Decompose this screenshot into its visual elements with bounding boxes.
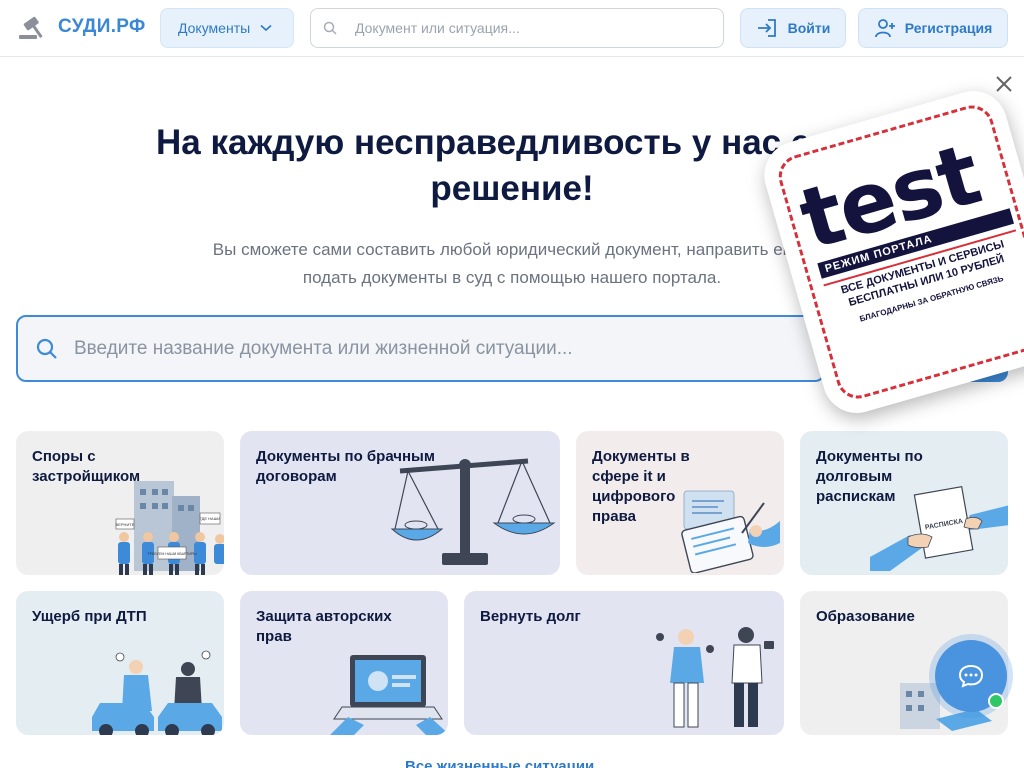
card-marriage-contracts[interactable]: Документы по брачным договорам: [240, 431, 560, 575]
search-icon: [323, 21, 337, 35]
card-it-digital-law[interactable]: Документы в сфере it и цифрового права: [576, 431, 784, 575]
poster-text: ГДЕ НАШИ: [200, 516, 221, 521]
user-plus-icon: [874, 19, 895, 38]
online-status-dot: [988, 693, 1004, 709]
card-title: Ущерб при ДТП: [32, 608, 147, 625]
laptop-illustration: [330, 655, 448, 735]
poster-text: ВЕРНИТЕ: [116, 522, 135, 527]
header-search[interactable]: [310, 8, 724, 48]
debt-people-illustration: [656, 627, 774, 728]
header-search-input[interactable]: [355, 20, 685, 36]
scales-illustration: [390, 458, 556, 565]
chat-bubble-icon: [958, 664, 984, 688]
login-label: Войти: [787, 20, 831, 36]
logo-text: СУДИ.РФ: [58, 16, 146, 37]
card-developer-disputes[interactable]: Споры с застройщиком ВЕРНИТЕ ГДЕ НАШИ ТР…: [16, 431, 224, 575]
card-copyright-protection[interactable]: Защита авторских прав: [240, 591, 448, 735]
banner-text: ТРЕБУЕМ НАШИ КВАРТИРЫ: [147, 552, 196, 556]
register-label: Регистрация: [904, 20, 993, 36]
protest-illustration: ВЕРНИТЕ ГДЕ НАШИ ТРЕБУЕМ НАШИ КВАРТИРЫ: [116, 481, 224, 575]
card-traffic-accident-damage[interactable]: Ущерб при ДТП: [16, 591, 224, 735]
tablet-illustration: [681, 490, 780, 573]
all-situations-link[interactable]: Все жизненные ситуации: [405, 758, 594, 768]
card-title: Вернуть долг: [480, 608, 581, 625]
documents-label: Документы: [178, 20, 251, 36]
card-title: Образование: [816, 608, 915, 625]
login-button[interactable]: Войти: [740, 8, 846, 48]
documents-dropdown-button[interactable]: Документы: [160, 8, 294, 48]
card-debt-receipts[interactable]: Документы по долговым распискам РАСПИСКА: [800, 431, 1008, 575]
car-crash-illustration: [92, 650, 222, 735]
search-icon: [36, 338, 57, 359]
login-icon: [757, 19, 776, 37]
gavel-icon: [19, 16, 43, 39]
header: СУДИ.РФ Документы Войти Регистрация: [0, 0, 1024, 57]
card-title: Защита авторских прав: [256, 608, 392, 645]
receipt-illustration: РАСПИСКА: [870, 485, 1008, 571]
close-icon[interactable]: [994, 74, 1014, 94]
chevron-down-icon: [260, 24, 272, 32]
main-search-input[interactable]: [74, 337, 774, 360]
logo[interactable]: СУДИ.РФ: [16, 12, 146, 42]
main-search[interactable]: [16, 315, 825, 382]
card-return-debt[interactable]: Вернуть долг: [464, 591, 784, 735]
register-button[interactable]: Регистрация: [858, 8, 1008, 48]
